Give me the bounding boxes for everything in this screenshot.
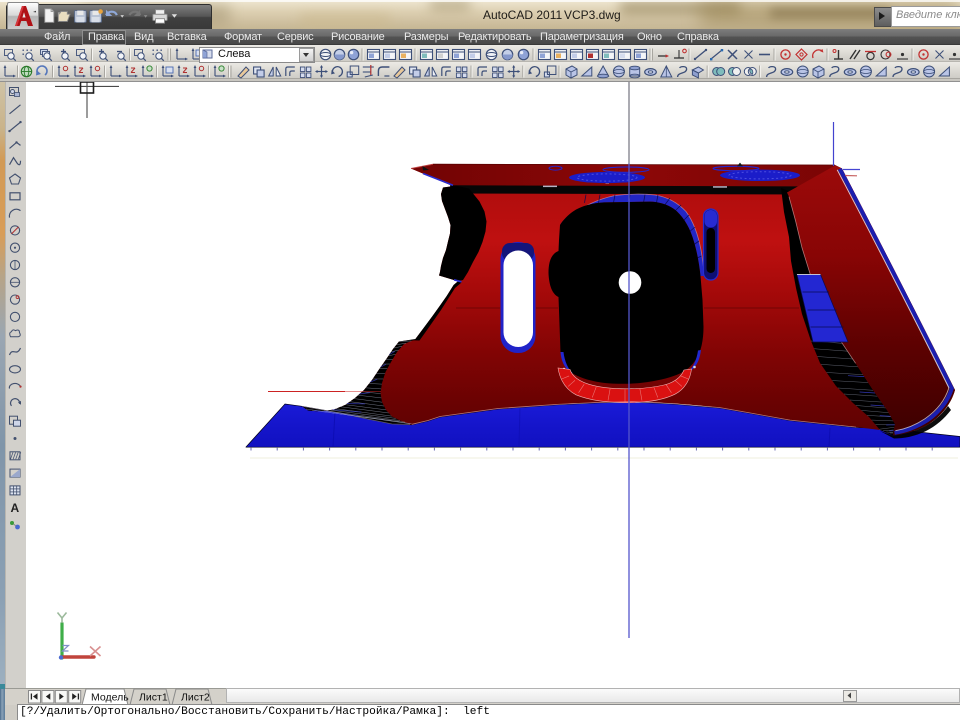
svg-text:A: A [11, 501, 20, 515]
svg-text:Модель: Модель [91, 692, 129, 704]
svg-text:Лист2: Лист2 [181, 692, 210, 704]
svg-text:Лист1: Лист1 [139, 692, 168, 704]
